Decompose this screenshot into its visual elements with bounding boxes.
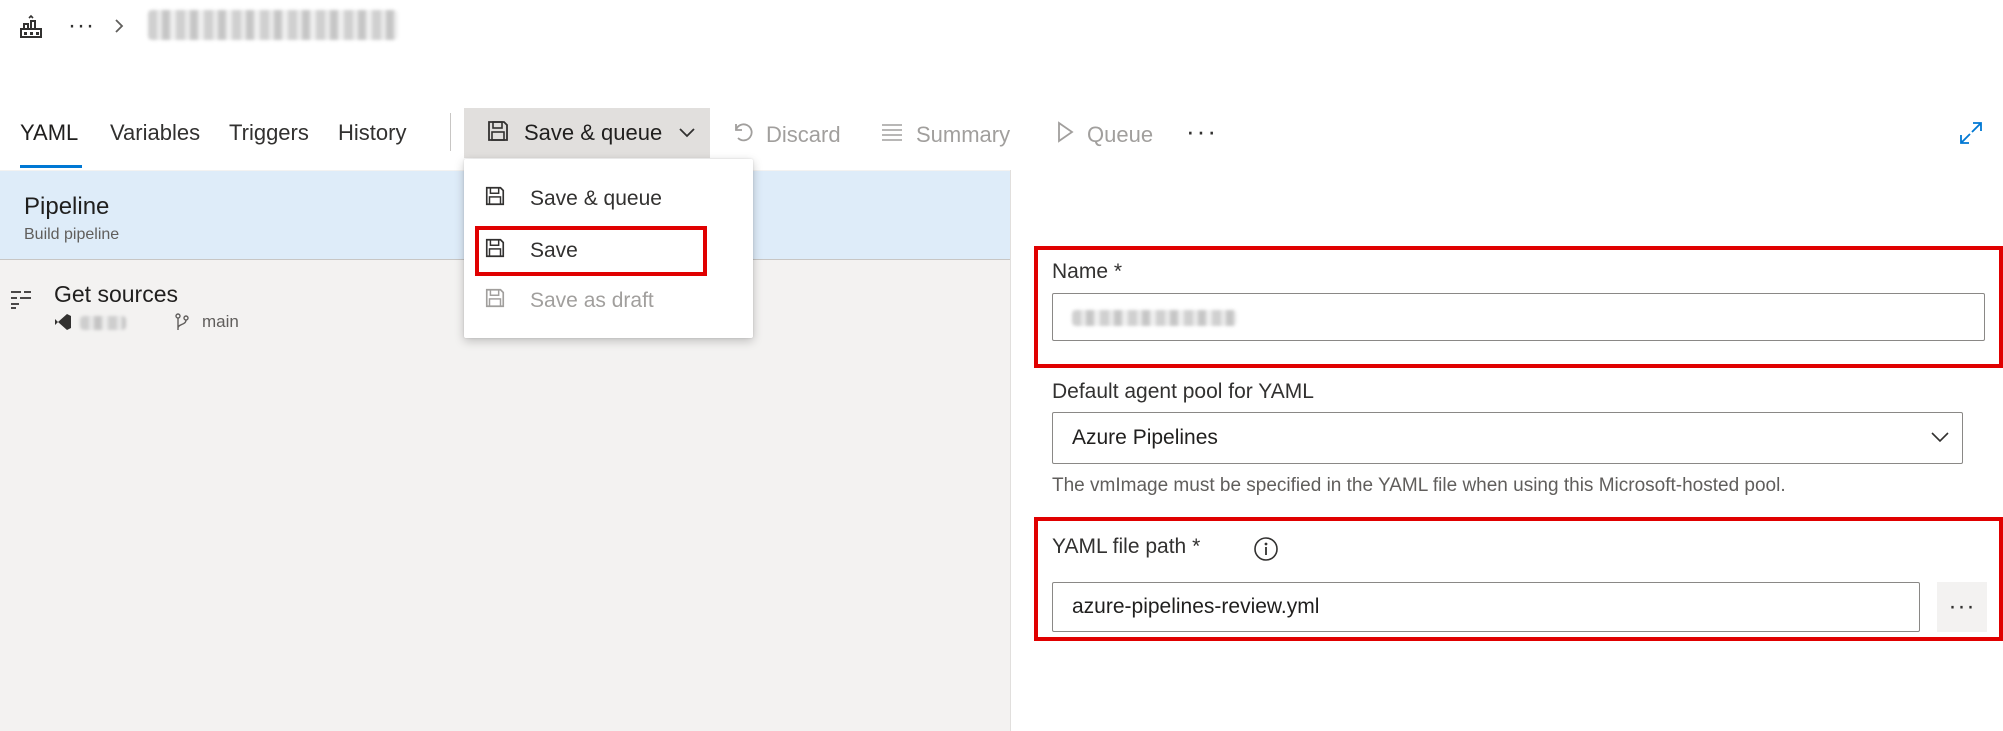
save-icon [484, 287, 506, 315]
save-and-queue-label: Save & queue [524, 120, 663, 145]
agent-pool-label: Default agent pool for YAML [1052, 380, 1314, 403]
menu-item-label: Save & queue [530, 187, 662, 210]
list-icon [880, 120, 904, 150]
menu-item-save-as-draft[interactable]: Save as draft [484, 287, 654, 315]
tab-variables[interactable]: Variables [110, 120, 200, 146]
tab-selected-indicator [20, 165, 82, 168]
discard-button[interactable]: Discard [730, 120, 841, 150]
tab-yaml[interactable]: YAML [20, 120, 78, 146]
queue-button[interactable]: Queue [1055, 120, 1153, 150]
save-icon [486, 119, 510, 148]
save-icon [484, 185, 506, 213]
repo-icon [54, 313, 72, 331]
queue-label: Queue [1087, 122, 1154, 147]
pipeline-subtitle: Build pipeline [24, 226, 120, 243]
get-sources-icon [10, 288, 32, 310]
expand-icon[interactable] [1958, 120, 1984, 146]
build-pipeline-icon[interactable] [18, 14, 44, 40]
get-sources-title[interactable]: Get sources [54, 281, 178, 308]
branch-name: main [202, 312, 239, 331]
repository-name-redacted [80, 316, 126, 330]
tab-triggers[interactable]: Triggers [229, 120, 309, 146]
agent-pool-select[interactable]: Azure Pipelines [1052, 412, 1963, 464]
chevron-down-icon [678, 125, 696, 144]
breadcrumb-ellipsis[interactable]: ··· [68, 12, 95, 40]
toolbar-divider [450, 113, 451, 151]
menu-item-label: Save as draft [530, 289, 654, 312]
more-actions-button[interactable]: ··· [1186, 116, 1218, 147]
save-and-queue-button[interactable]: Save & queue [464, 108, 710, 158]
summary-label: Summary [916, 122, 1011, 147]
name-highlight-box [1034, 246, 2003, 368]
panel-divider [1010, 170, 1011, 731]
discard-label: Discard [766, 122, 841, 147]
yaml-path-highlight-box [1034, 517, 2003, 641]
menu-item-save-and-queue[interactable]: Save & queue [484, 185, 662, 213]
pipeline-title: Pipeline [24, 193, 110, 220]
branch-icon [174, 313, 190, 331]
tab-history[interactable]: History [338, 120, 406, 146]
save-highlight-box [475, 226, 707, 276]
play-icon [1055, 120, 1075, 150]
chevron-right-icon [112, 18, 126, 34]
chevron-down-icon [1930, 429, 1950, 450]
agent-pool-hint: The vmImage must be specified in the YAM… [1052, 475, 1786, 496]
undo-icon [730, 120, 754, 150]
agent-pool-value: Azure Pipelines [1072, 426, 1218, 449]
breadcrumb-pipeline-name-redacted[interactable] [148, 10, 398, 40]
summary-button[interactable]: Summary [880, 120, 1010, 150]
